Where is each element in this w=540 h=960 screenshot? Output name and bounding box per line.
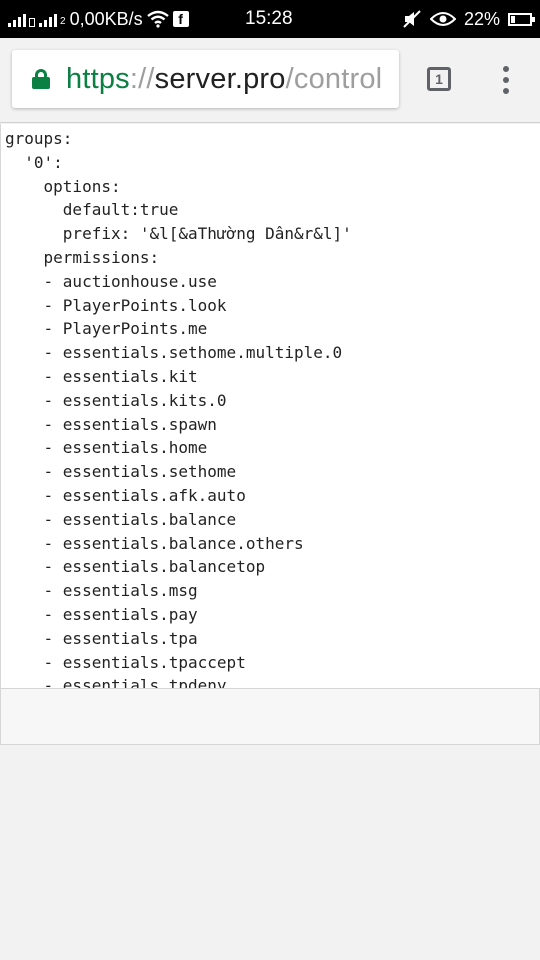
- clock: 15:28: [245, 8, 293, 29]
- eye-icon: [429, 12, 456, 26]
- code-line[interactable]: '0':: [5, 151, 540, 175]
- code-line[interactable]: - essentials.msg: [5, 579, 540, 603]
- battery-percent: 22%: [463, 8, 500, 29]
- code-line[interactable]: - essentials.kits.0: [5, 389, 540, 413]
- code-line[interactable]: - essentials.balance.others: [5, 532, 540, 556]
- code-line[interactable]: - PlayerPoints.me: [5, 317, 540, 341]
- code-line[interactable]: groups:: [5, 127, 540, 151]
- url-scheme: https: [66, 62, 130, 95]
- code-line[interactable]: options:: [5, 175, 540, 199]
- url-path: /control: [285, 62, 383, 95]
- code-line[interactable]: - essentials.balance: [5, 508, 540, 532]
- wifi-icon: [146, 10, 169, 28]
- code-line[interactable]: - essentials.tpaccept: [5, 651, 540, 675]
- lock-icon[interactable]: [32, 69, 50, 89]
- status-bar-left: 2 0,00KB/s f: [8, 0, 189, 38]
- code-line[interactable]: prefix: '&l[&aThường Dân&r&l]': [5, 222, 540, 246]
- signal-icon: 2: [39, 11, 66, 27]
- code-line[interactable]: - essentials.kit: [5, 365, 540, 389]
- code-line[interactable]: - essentials.balancetop: [5, 555, 540, 579]
- code-line[interactable]: - essentials.tpa: [5, 627, 540, 651]
- code-content[interactable]: groups: '0': options: default:true prefi…: [1, 124, 540, 689]
- tab-switcher-button[interactable]: 1: [427, 67, 451, 91]
- facebook-icon: f: [172, 11, 189, 27]
- url-separator: ://: [129, 62, 155, 95]
- battery-icon: [508, 12, 535, 26]
- code-line[interactable]: - PlayerPoints.look: [5, 294, 540, 318]
- code-line[interactable]: - auctionhouse.use: [5, 270, 540, 294]
- network-speed: 0,00KB/s: [69, 8, 143, 29]
- signal-icon: [8, 11, 35, 27]
- code-line[interactable]: - essentials.afk.auto: [5, 484, 540, 508]
- mute-icon: [403, 10, 421, 28]
- url-text[interactable]: https://server.pro/control: [66, 63, 382, 96]
- editor-footer-panel: [0, 688, 540, 745]
- code-line[interactable]: - essentials.pay: [5, 603, 540, 627]
- code-line[interactable]: permissions:: [5, 246, 540, 270]
- status-bar: 2 0,00KB/s f 15:28 22%: [0, 0, 540, 38]
- battery-level: [511, 15, 515, 23]
- code-line[interactable]: - essentials.home: [5, 436, 540, 460]
- code-line[interactable]: - essentials.spawn: [5, 413, 540, 437]
- browser-toolbar: https://server.pro/control 1: [0, 38, 540, 123]
- code-line[interactable]: - essentials.sethome.multiple.0: [5, 341, 540, 365]
- code-line[interactable]: - essentials.sethome: [5, 460, 540, 484]
- address-bar[interactable]: https://server.pro/control: [12, 50, 399, 108]
- code-editor[interactable]: groups: '0': options: default:true prefi…: [0, 124, 540, 689]
- overflow-menu-button[interactable]: [500, 66, 512, 94]
- code-line[interactable]: - essentials.tpdeny: [5, 674, 540, 689]
- status-bar-right: 22%: [402, 0, 535, 38]
- sim2-label: 2: [60, 16, 66, 27]
- url-host: server.pro: [154, 62, 286, 95]
- code-line[interactable]: default:true: [5, 198, 540, 222]
